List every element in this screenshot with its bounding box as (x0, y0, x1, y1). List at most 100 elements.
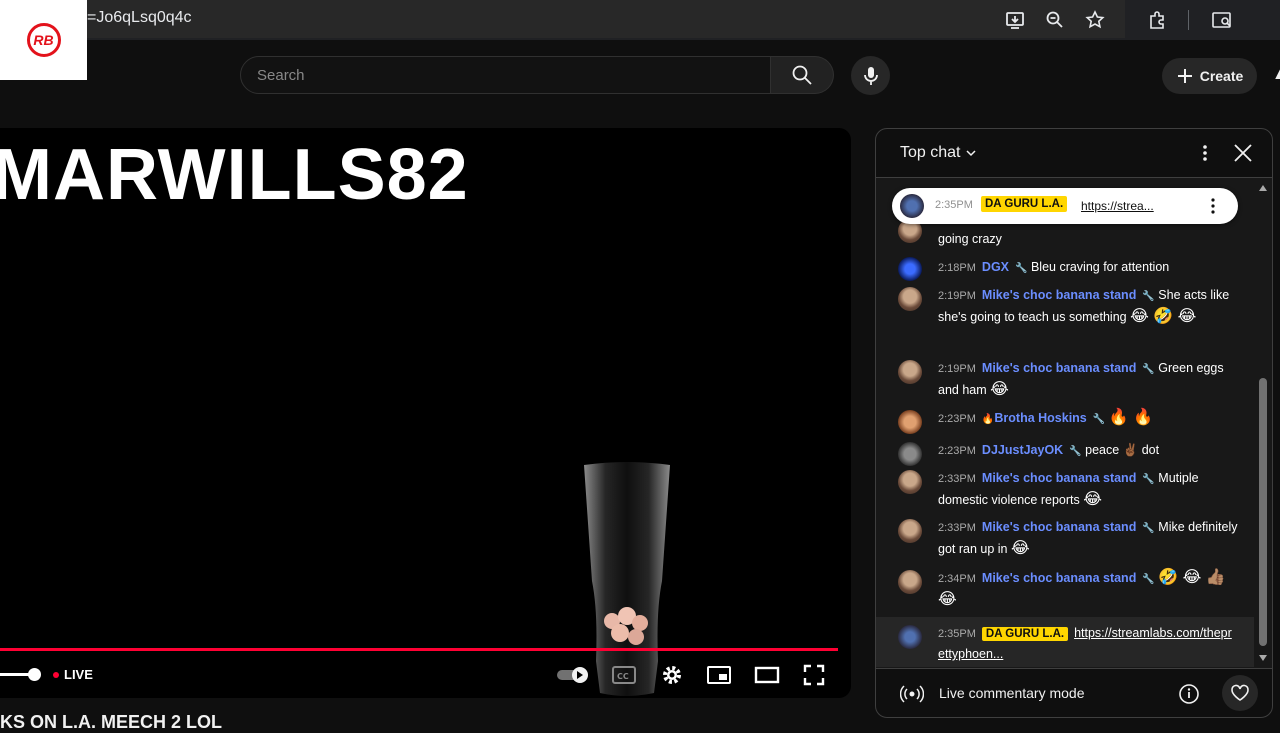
chat-footer: Live commentary mode (876, 668, 1272, 717)
scroll-down-arrow-icon[interactable] (1258, 654, 1268, 662)
message-time: 2:19PM (938, 290, 976, 302)
avatar (898, 442, 922, 466)
message-author[interactable]: Mike's choc banana stand (982, 288, 1136, 302)
message-emoji: 😂 🤣 😂 (1130, 308, 1197, 325)
live-dot-icon (53, 671, 59, 678)
chat-more-options-icon[interactable] (1196, 143, 1214, 168)
message-author[interactable]: Mike's choc banana stand (982, 520, 1136, 534)
moderator-wrench-icon: 🔧 (1142, 574, 1155, 585)
message-author[interactable]: Mike's choc banana stand (982, 571, 1136, 585)
pinned-more-options-icon[interactable] (1206, 196, 1220, 216)
message-author[interactable]: DGX (982, 260, 1009, 274)
live-indicator[interactable]: LIVE (53, 667, 93, 682)
chat-message-list[interactable]: going crazy 2:18PM DGX 🔧 Bleu craving for … (876, 178, 1272, 668)
pinned-author-badge[interactable]: DA GURU L.A. (981, 196, 1068, 212)
chat-mode-dropdown[interactable]: Top chat (900, 144, 978, 162)
chat-scrollbar-thumb[interactable] (1259, 378, 1267, 646)
autoplay-toggle[interactable] (556, 662, 592, 688)
theater-mode-button[interactable] (753, 662, 781, 688)
message-time: 2:35PM (938, 628, 976, 640)
pinned-message-banner[interactable]: 2:35PM DA GURU L.A. https://strea... (892, 188, 1238, 224)
avatar (898, 570, 922, 594)
message-text: peace ✌🏾 dot (1085, 443, 1160, 457)
video-title: KS ON L.A. MEECH 2 LOL (0, 712, 223, 732)
side-panel-icon[interactable] (1210, 8, 1234, 32)
fullscreen-button[interactable] (801, 662, 827, 688)
message-text: going crazy (938, 232, 1002, 246)
close-chat-icon[interactable] (1233, 143, 1253, 168)
message-emoji: 😂 (990, 381, 1009, 398)
avatar (898, 625, 922, 649)
captions-icon: CC (612, 666, 636, 684)
moderator-wrench-icon: 🔧 (1015, 263, 1028, 274)
zoom-icon[interactable] (1043, 8, 1067, 32)
heart-reaction-button[interactable] (1222, 675, 1258, 711)
message-time: 2:19PM (938, 363, 976, 375)
miniplayer-icon (707, 666, 731, 684)
heart-icon (1231, 684, 1249, 701)
message-author-badge[interactable]: DA GURU L.A. (981, 627, 1069, 641)
avatar (898, 410, 922, 434)
create-button[interactable]: Create (1162, 58, 1257, 94)
avatar (898, 470, 922, 494)
svg-text:CC: CC (617, 672, 629, 681)
avatar (898, 519, 922, 543)
autoplay-toggle-icon (557, 667, 588, 683)
captions-button[interactable]: CC (611, 662, 637, 688)
fullscreen-icon (803, 664, 825, 686)
notifications-icon[interactable]: ▲ (1272, 66, 1280, 84)
pinned-link[interactable]: https://strea... (1081, 199, 1154, 213)
chat-message[interactable]: 2:19PM Mike's choc banana stand 🔧 She acts… (898, 285, 1238, 349)
extensions-icon[interactable] (1145, 8, 1169, 32)
voice-search-button[interactable] (851, 56, 890, 95)
message-author[interactable]: DJJustJayOK (982, 443, 1063, 457)
chat-mode-label: Top chat (900, 144, 961, 161)
chat-message[interactable]: 2:19PM Mike's choc banana stand 🔧 Green eg… (898, 358, 1238, 402)
chat-message[interactable]: going crazy (898, 219, 1238, 249)
message-emoji: 😂 (1010, 540, 1030, 557)
pinned-time: 2:35PM (935, 199, 973, 211)
message-time: 2:33PM (938, 522, 976, 534)
video-overlay-title: MARWILLS82 (0, 135, 469, 215)
moderator-wrench-icon: 🔧 (1142, 523, 1155, 534)
bookmark-star-icon[interactable] (1083, 8, 1107, 32)
message-author[interactable]: Mike's choc banana stand (982, 361, 1136, 375)
search-button[interactable] (771, 56, 834, 94)
search-input[interactable]: Search (240, 56, 771, 94)
moderator-wrench-icon: 🔧 (1142, 291, 1155, 302)
moderator-wrench-icon: 🔧 (1092, 414, 1106, 425)
microphone-icon (863, 66, 878, 85)
chat-message[interactable]: 2:34PM Mike's choc banana stand 🔧 🤣 😂 👍🏽 😂 (898, 568, 1238, 612)
miniplayer-button[interactable] (706, 662, 732, 688)
fire-icon: 🔥 (981, 414, 995, 425)
chat-message[interactable]: 2:23PM DJJustJayOK 🔧 peace ✌🏾 dot (898, 440, 1238, 466)
avatar (898, 287, 922, 311)
message-author[interactable]: Brotha Hoskins (994, 411, 1086, 425)
chat-message[interactable]: 2:35PM DA GURU L.A. https://streamlabs.com… (898, 623, 1238, 667)
live-label: LIVE (64, 667, 93, 682)
avatar (898, 257, 922, 281)
message-emoji: 😂 (1083, 491, 1102, 508)
message-text: Bleu craving for attention (1030, 260, 1170, 274)
address-bar-url[interactable]: =Jo6qLsq0q4c (87, 9, 192, 27)
logo-mark: RB (26, 23, 61, 57)
theater-mode-icon (754, 666, 780, 684)
message-time: 2:18PM (938, 262, 976, 274)
search-icon (792, 65, 812, 85)
info-icon[interactable] (1178, 683, 1200, 705)
live-progress-bar[interactable] (0, 648, 838, 651)
settings-button[interactable] (659, 662, 685, 688)
message-author[interactable]: Mike's choc banana stand (982, 471, 1136, 485)
search-placeholder: Search (257, 67, 305, 84)
chat-message[interactable]: 2:33PM Mike's choc banana stand 🔧 Mutiple … (898, 468, 1238, 512)
plus-icon (1177, 69, 1192, 83)
install-app-icon[interactable] (1003, 8, 1027, 32)
chat-message[interactable]: 2:23PM 🔥Brotha Hoskins 🔧 🔥 🔥 (898, 408, 1238, 434)
toolbar-divider (1188, 10, 1189, 30)
volume-slider-knob[interactable] (28, 668, 41, 681)
chat-message[interactable]: 2:18PM DGX 🔧 Bleu craving for attention (898, 257, 1238, 281)
create-label: Create (1199, 68, 1244, 84)
scroll-up-arrow-icon[interactable] (1258, 184, 1268, 192)
chat-message[interactable]: 2:33PM Mike's choc banana stand 🔧 Mike def… (898, 517, 1238, 561)
gear-icon (663, 666, 681, 684)
